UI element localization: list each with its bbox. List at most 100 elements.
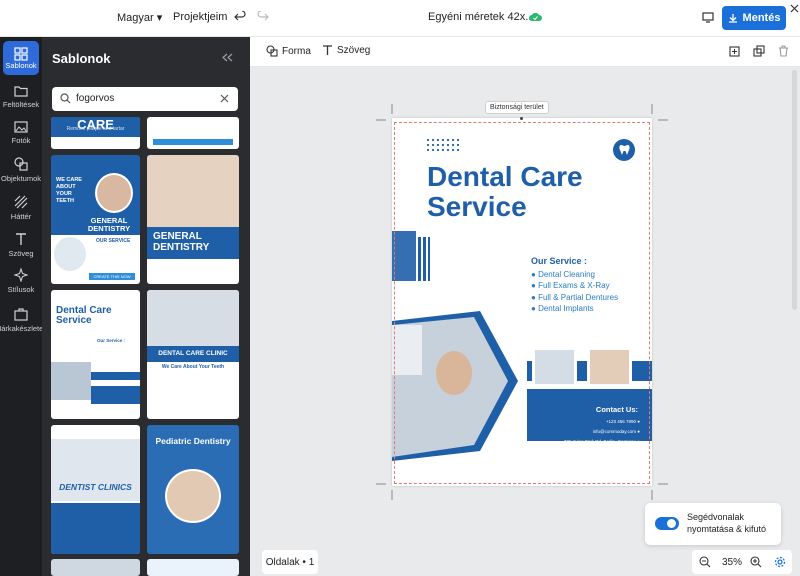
thumb-service: Our Service : xyxy=(97,338,126,343)
contact-phone: +123 456 7890 ● xyxy=(605,419,640,424)
rail-item-text[interactable]: Szöveg xyxy=(0,232,42,258)
doctor-figure xyxy=(392,325,422,375)
contact-title: Contact Us: xyxy=(595,405,638,414)
thumb-photo xyxy=(51,362,91,400)
save-button[interactable]: Mentés xyxy=(722,6,786,30)
text-tool-label: Szöveg xyxy=(337,45,371,56)
shape-tool-button[interactable]: Forma xyxy=(266,45,311,57)
sparkle-icon xyxy=(14,268,28,282)
thumb-heading: WE CARE ABOUT YOUR TEETH xyxy=(56,177,82,204)
background-icon xyxy=(14,195,28,209)
template-thumb[interactable] xyxy=(147,559,239,576)
zoom-value[interactable]: 35% xyxy=(722,557,742,568)
stripe-decoration xyxy=(392,231,430,281)
thumb-photo xyxy=(165,469,221,523)
text-tool-button[interactable]: Szöveg xyxy=(322,45,370,56)
contact-list: +123 456 7890 ● info@commoday.com ● 775 … xyxy=(532,417,640,447)
search-input[interactable]: fogorvos xyxy=(52,87,238,111)
thumb-photo xyxy=(147,290,239,346)
redo-icon[interactable] xyxy=(257,11,269,23)
template-thumb[interactable]: Dental Care Service Our Service : xyxy=(51,290,140,419)
undo-icon[interactable] xyxy=(234,11,246,23)
photo-icon xyxy=(14,121,28,133)
pages-button[interactable]: Oldalak • 1 xyxy=(262,550,318,574)
rail-item-photos[interactable]: Fotók xyxy=(0,121,42,145)
tooth-logo xyxy=(613,139,635,161)
guides-toggle[interactable] xyxy=(655,517,679,530)
safe-area-anchor xyxy=(520,117,523,120)
service-item-text: Full & Partial Dentures xyxy=(538,292,619,302)
templates-icon xyxy=(14,46,28,61)
thumb-button: CREATE THIS NOW xyxy=(89,273,135,280)
patient-face xyxy=(436,351,472,395)
heading-line-1: Dental Care xyxy=(427,161,583,192)
cloud-saved-icon xyxy=(529,12,542,22)
service-item: ● Full & Partial Dentures xyxy=(531,292,619,302)
rail-item-brand[interactable]: Márkakészletek xyxy=(0,307,47,333)
rail-item-objects[interactable]: Objektumok xyxy=(0,157,42,183)
tooth-icon xyxy=(618,145,630,155)
toggle-knob xyxy=(667,519,676,528)
thumb-heading: Pediatric Dentistry xyxy=(155,436,231,446)
present-icon[interactable] xyxy=(702,12,714,23)
duplicate-icon[interactable] xyxy=(753,45,765,57)
projects-link[interactable]: Projektjeim xyxy=(173,11,227,23)
shape-tool-label: Forma xyxy=(282,45,311,57)
rail-label: Feltöltések xyxy=(2,100,40,109)
brand-icon xyxy=(14,308,28,321)
rail-label: Objektumok xyxy=(0,174,42,183)
contact-email: info@commoday.com ● xyxy=(592,429,640,434)
dot-pattern xyxy=(426,138,460,152)
zoom-out-icon[interactable] xyxy=(699,556,711,568)
panel-title: Sablonok xyxy=(52,51,111,66)
rail-label: Sablonok xyxy=(5,60,37,70)
template-thumb[interactable]: CARE Remove plaque and tartar xyxy=(51,117,140,149)
template-thumb[interactable]: WE CARE ABOUT YOUR TEETH GENERAL DENTIST… xyxy=(51,155,140,284)
document-title[interactable]: Egyéni méretek 42x... xyxy=(428,11,534,23)
download-icon xyxy=(728,14,737,23)
design-heading[interactable]: Dental Care Service xyxy=(427,162,583,222)
add-page-icon[interactable] xyxy=(729,45,741,57)
collapse-icon[interactable] xyxy=(222,53,233,62)
search-icon xyxy=(60,93,71,104)
toggle-label: Segédvonalak nyomtatása & kifutó xyxy=(687,511,766,535)
template-thumb[interactable]: Pediatric Dentistry xyxy=(147,425,239,554)
language-menu[interactable]: Magyar ▾ xyxy=(117,11,162,24)
rail-item-background[interactable]: Háttér xyxy=(0,195,42,221)
thumb-heading: DENTAL CARE CLINIC xyxy=(147,346,239,362)
thumb-band xyxy=(91,386,140,404)
delete-icon[interactable] xyxy=(778,45,789,57)
toggle-label-line: Segédvonalak xyxy=(687,512,745,522)
close-icon[interactable] xyxy=(790,4,799,13)
thumb-heading: Dental Care Service xyxy=(56,305,112,326)
zoom-in-icon[interactable] xyxy=(750,556,762,568)
rail-label: Márkakészletek xyxy=(0,324,48,333)
design-page[interactable]: Dental Care Service Our Service : ● Dent… xyxy=(392,118,652,486)
template-thumb[interactable] xyxy=(51,559,140,576)
safe-area-label: Biztonsági terület xyxy=(485,101,549,114)
clear-search-icon[interactable] xyxy=(220,94,229,103)
template-thumb[interactable]: DENTIST CLINICS xyxy=(51,425,140,554)
rail-label: Szöveg xyxy=(8,249,34,258)
service-item: ● Dental Cleaning xyxy=(531,270,595,279)
rail-item-templates[interactable]: Sablonok xyxy=(0,41,42,75)
save-label: Mentés xyxy=(742,12,781,24)
thumb-heading: GENERAL DENTISTRY xyxy=(153,231,210,253)
rail-item-uploads[interactable]: Feltöltések xyxy=(0,85,42,109)
rail-item-styles[interactable]: Stílusok xyxy=(0,268,42,294)
thumb-body xyxy=(51,503,140,554)
canvas-toolbar: Forma Szöveg xyxy=(250,37,800,67)
settings-icon[interactable] xyxy=(774,556,786,568)
service-item-text: Dental Cleaning xyxy=(538,270,595,279)
contact-text: +123 456 7890 xyxy=(605,419,637,424)
design-graphics xyxy=(392,311,652,461)
service-item: ● Full Exams & X-Ray xyxy=(531,281,610,291)
template-thumb[interactable] xyxy=(147,117,239,149)
template-thumb[interactable]: DENTAL CARE CLINIC We Care About Your Te… xyxy=(147,290,239,419)
contact-text: 775 Irving Park Rd, Berlin, Germany xyxy=(563,439,637,444)
text-icon xyxy=(16,233,26,245)
thumb-photo xyxy=(147,155,239,227)
canvas-scrollbar[interactable] xyxy=(792,70,797,310)
shape-icon xyxy=(266,45,278,57)
template-thumb[interactable]: GENERAL DENTISTRY xyxy=(147,155,239,284)
